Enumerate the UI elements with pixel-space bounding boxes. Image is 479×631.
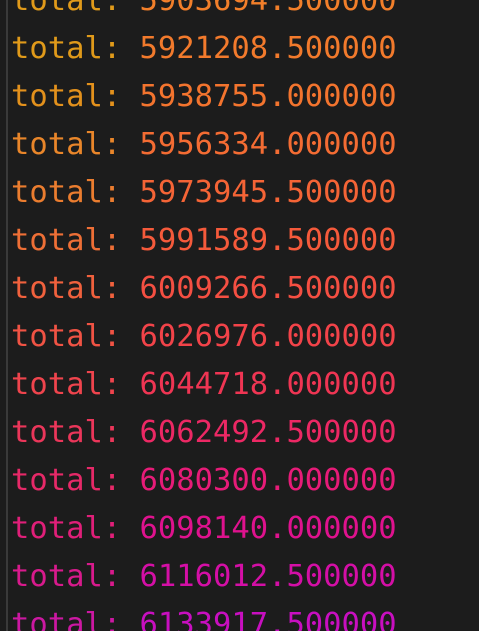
total-label: total: xyxy=(11,319,140,354)
output-lines: total: 5903694.500000 total: 5921208.5000… xyxy=(11,0,397,631)
total-value: 6009266.500000 xyxy=(139,271,397,306)
output-line: total: 6044718.000000 xyxy=(11,361,397,409)
total-label: total: xyxy=(11,79,140,114)
total-value: 5991589.500000 xyxy=(139,223,397,258)
output-line: total: 5956334.000000 xyxy=(11,121,397,169)
output-line: total: 6080300.000000 xyxy=(11,457,397,505)
output-line: total: 6062492.500000 xyxy=(11,409,397,457)
total-value: 5956334.000000 xyxy=(139,127,397,162)
output-line: total: 5973945.500000 xyxy=(11,169,397,217)
total-label: total: xyxy=(11,31,140,66)
output-line: total: 5938755.000000 xyxy=(11,73,397,121)
total-value: 6116012.500000 xyxy=(139,559,397,594)
total-value: 5921208.500000 xyxy=(139,31,397,66)
total-value: 6133917.500000 xyxy=(139,607,397,631)
output-line: total: 6026976.000000 xyxy=(11,313,397,361)
total-label: total: xyxy=(11,415,140,450)
total-label: total: xyxy=(11,559,140,594)
total-value: 6080300.000000 xyxy=(139,463,397,498)
output-line: total: 6116012.500000 xyxy=(11,553,397,601)
total-value: 5903694.500000 xyxy=(139,0,397,18)
output-line: total: 5991589.500000 xyxy=(11,217,397,265)
total-label: total: xyxy=(11,223,140,258)
output-line: total: 6098140.000000 xyxy=(11,505,397,553)
total-value: 6062492.500000 xyxy=(139,415,397,450)
total-value: 6098140.000000 xyxy=(139,511,397,546)
total-value: 6026976.000000 xyxy=(139,319,397,354)
total-label: total: xyxy=(11,175,140,210)
total-label: total: xyxy=(11,511,140,546)
total-value: 6044718.000000 xyxy=(139,367,397,402)
total-value: 5938755.000000 xyxy=(139,79,397,114)
output-line: total: 6133917.500000 xyxy=(11,601,397,631)
total-value: 5973945.500000 xyxy=(139,175,397,210)
output-line: total: 5921208.500000 xyxy=(11,25,397,73)
total-label: total: xyxy=(11,271,140,306)
total-label: total: xyxy=(11,0,140,18)
output-line: total: 5903694.500000 xyxy=(11,0,397,25)
output-line: total: 6009266.500000 xyxy=(11,265,397,313)
total-label: total: xyxy=(11,463,140,498)
terminal-output: total: 5903694.500000 total: 5921208.5000… xyxy=(0,0,479,631)
total-label: total: xyxy=(11,607,140,631)
total-label: total: xyxy=(11,367,140,402)
total-label: total: xyxy=(11,127,140,162)
terminal-left-border xyxy=(6,0,8,631)
